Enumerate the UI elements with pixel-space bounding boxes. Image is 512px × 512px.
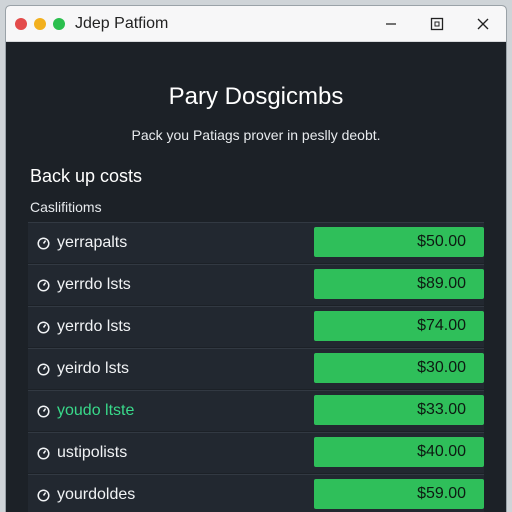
- traffic-lights: [15, 17, 65, 30]
- list-item[interactable]: ustipolists $40.00: [28, 432, 484, 473]
- minimize-light-button[interactable]: [34, 17, 46, 30]
- column-label: Caslifitioms: [30, 199, 102, 215]
- row-label: yerrapalts: [57, 234, 128, 251]
- row-label: ustipolists: [57, 444, 128, 461]
- list-item[interactable]: yerrdo lsts $74.00: [28, 306, 484, 347]
- clock-icon: [36, 446, 50, 460]
- close-button[interactable]: [460, 6, 506, 41]
- maximize-button[interactable]: [414, 6, 460, 41]
- row-label: yerrdo lsts: [57, 318, 131, 335]
- page-title: Pary Dosgicmbs: [168, 83, 344, 110]
- cost-badge: $89.00: [314, 269, 484, 299]
- cost-badge: $40.00: [314, 437, 484, 467]
- page-subtitle: Pack you Patiags prover in peslly deobt.: [131, 127, 381, 143]
- cost-badge: $74.00: [314, 311, 484, 341]
- list-item[interactable]: yourdoldes $59.00: [28, 474, 484, 512]
- list-item[interactable]: yerrdo lsts $89.00: [28, 264, 484, 305]
- window-title: Jdep Patfiom: [75, 14, 169, 32]
- cost-badge: $50.00: [314, 227, 484, 257]
- close-icon: [477, 18, 489, 29]
- cost-list: yerrapalts $50.00 yerrdo lsts $89.00 yer…: [28, 222, 484, 512]
- title-bar: Jdep Patfiom: [6, 6, 506, 42]
- close-light-button[interactable]: [15, 17, 27, 30]
- clock-icon: [36, 236, 50, 250]
- row-label: yourdoldes: [57, 486, 136, 503]
- cost-badge: $33.00: [314, 395, 484, 425]
- clock-icon: [36, 278, 50, 292]
- row-label: yeirdo lsts: [57, 360, 130, 377]
- clock-icon: [36, 488, 50, 502]
- maximize-icon: [430, 17, 444, 30]
- row-label: yerrdo lsts: [57, 276, 131, 293]
- list-item[interactable]: yerrapalts $50.00: [28, 222, 484, 263]
- minimize-icon: [386, 22, 396, 25]
- list-item[interactable]: yeirdo lsts $30.00: [28, 348, 484, 389]
- zoom-light-button[interactable]: [53, 17, 65, 30]
- window-controls: [368, 6, 506, 41]
- list-item-selected[interactable]: youdo ltste $33.00: [28, 390, 484, 431]
- row-label: youdo ltste: [57, 402, 135, 419]
- app-window: Jdep Patfiom Pary Dosgicmbs Pack you Pat…: [6, 6, 506, 512]
- clock-icon: [36, 362, 50, 376]
- main-content: Pary Dosgicmbs Pack you Patiags prover i…: [6, 42, 506, 512]
- minimize-button[interactable]: [368, 6, 414, 41]
- clock-icon: [36, 320, 50, 334]
- cost-badge: $59.00: [314, 479, 484, 509]
- section-title: Back up costs: [30, 166, 143, 186]
- cost-badge: $30.00: [314, 353, 484, 383]
- clock-icon: [36, 404, 50, 418]
